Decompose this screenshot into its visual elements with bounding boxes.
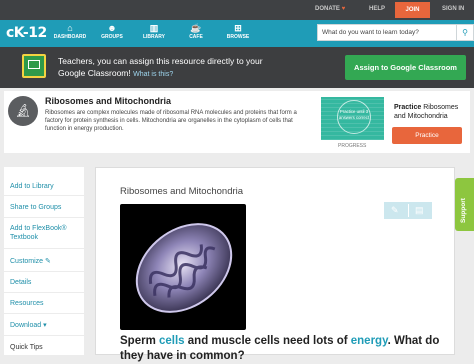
library-icon: ▥ [149,23,159,33]
sidebar-item-add-to-library[interactable]: Add to Library [10,182,80,191]
cafe-icon: ☕ [190,23,202,33]
mitochondrion-image [120,204,246,330]
sidebar-item-customize[interactable]: Customize ✎ [10,257,80,266]
support-tab[interactable]: Support [455,178,474,231]
pencil-icon[interactable]: ✎ [391,205,399,216]
help-link[interactable]: HELP [369,6,385,12]
chevron-down-icon: ▾ [43,322,47,329]
classroom-message: Teachers, you can assign this resource d… [58,56,263,78]
home-icon: ⌂ [67,23,73,33]
group-icon: ☻ [107,23,117,33]
search-button[interactable]: ⚲ [457,24,474,41]
nav-dashboard[interactable]: ⌂ DASHBOARD [50,23,90,40]
sidebar-item-share-to-groups[interactable]: Share to Groups [10,203,80,212]
progress-label: PROGRESS [338,143,367,149]
lesson-title: Ribosomes and Mitochondria [120,186,244,197]
nav-browse[interactable]: ⊞ BROWSE [218,23,258,40]
lesson-toolbar: ✎ ▤ [384,202,432,219]
energy-link[interactable]: energy [351,335,388,347]
customize-icon: ✎ [45,258,51,265]
heart-icon: ♥ [341,6,346,12]
practice-badge: Practice until 3 answers correct [337,100,371,134]
join-button[interactable]: JOIN [395,2,430,18]
practice-button[interactable]: Practice [392,127,462,144]
lesson-intro-question: Sperm cells and muscle cells need lots o… [120,335,440,362]
assign-classroom-button[interactable]: Assign to Google Classroom [345,55,466,80]
notes-icon[interactable]: ▤ [415,205,424,216]
what-is-this-link[interactable]: What is this? [133,71,173,78]
sidebar-item-quick-tips[interactable]: Quick Tips [10,343,80,352]
sidebar-item-resources[interactable]: Resources [10,299,80,308]
cells-link[interactable]: cells [159,335,185,347]
nav-cafe[interactable]: ☕ CAFE [176,23,216,40]
google-classroom-icon [22,54,46,78]
sign-in-link[interactable]: SIGN IN [442,6,464,12]
nav-library[interactable]: ▥ LIBRARY [134,23,174,40]
sidebar-item-add-to-flexbook[interactable]: Add to FlexBook® Textbook [10,224,80,242]
ck12-logo[interactable]: cK-12 [6,25,47,41]
browse-icon: ⊞ [234,23,242,33]
search-input[interactable]: What do you want to learn today? [317,24,457,41]
practice-title[interactable]: Practice Ribosomes and Mitochondria [394,103,464,121]
nav-groups[interactable]: ☻ GROUPS [92,23,132,40]
top-bar: DONATE ♥ HELP JOIN SIGN IN [0,0,474,20]
practice-thumbnail[interactable]: Practice until 3 answers correct [321,97,384,140]
microscope-icon: 🔬︎ [8,96,38,126]
concept-description: Ribosomes are complex molecules made of … [45,110,297,132]
donate-link[interactable]: DONATE ♥ [315,6,345,12]
concept-title: Ribosomes and Mitochondria [45,96,172,106]
search-icon: ⚲ [462,28,468,37]
sidebar-item-download[interactable]: Download ▾ [10,321,80,330]
sidebar-item-details[interactable]: Details [10,278,80,287]
